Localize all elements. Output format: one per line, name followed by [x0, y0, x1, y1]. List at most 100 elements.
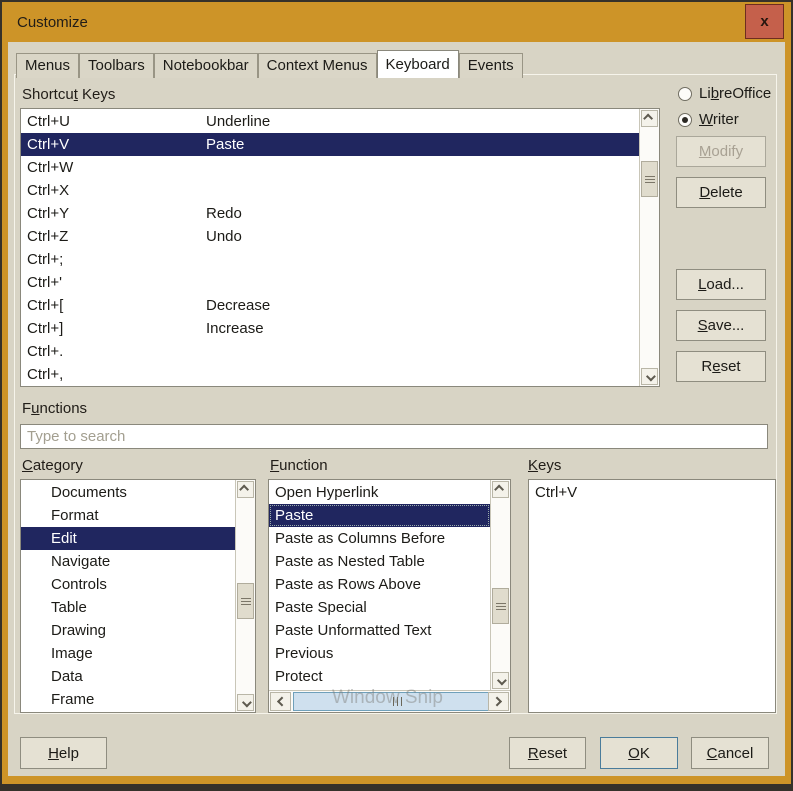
- function-item-label: Paste Special: [275, 599, 367, 616]
- scrollbar-thumb[interactable]: [237, 583, 254, 619]
- function-item-label: Paste: [275, 507, 313, 524]
- ok-button[interactable]: OK: [600, 737, 678, 769]
- shortcut-keys-list[interactable]: Ctrl+U Underline Ctrl+V Paste Ctrl+W Ctr…: [20, 108, 660, 387]
- tab[interactable]: Keyboard: [377, 50, 459, 78]
- shortcut-key: Ctrl+V: [27, 133, 69, 156]
- modify-button[interactable]: Modify: [676, 136, 766, 167]
- shortcut-row[interactable]: Ctrl+': [21, 271, 639, 294]
- category-item[interactable]: Documents: [21, 481, 235, 504]
- delete-button[interactable]: Delete: [676, 177, 766, 208]
- category-item-label: Table: [51, 599, 87, 616]
- shortcut-key: Ctrl+U: [27, 110, 70, 133]
- grip-icon: [241, 601, 251, 602]
- shortcut-function: Underline: [206, 110, 270, 133]
- reset-button[interactable]: Reset: [509, 737, 586, 769]
- scroll-up-button[interactable]: [492, 481, 509, 498]
- category-item[interactable]: Format: [21, 504, 235, 527]
- function-item[interactable]: Paste: [269, 504, 490, 527]
- scrollbar-thumb[interactable]: [492, 588, 509, 624]
- tab[interactable]: Context Menus: [258, 53, 377, 78]
- shortcut-row[interactable]: Ctrl+] Increase: [21, 317, 639, 340]
- scroll-down-button[interactable]: [492, 672, 509, 689]
- category-label: Category: [22, 457, 83, 474]
- shortcut-row[interactable]: Ctrl+W: [21, 156, 639, 179]
- shortcut-row[interactable]: Ctrl+V Paste: [21, 133, 639, 156]
- scroll-left-button[interactable]: [270, 692, 291, 711]
- key-item[interactable]: Ctrl+V: [529, 481, 775, 504]
- category-list[interactable]: DocumentsFormat Edit NavigateControls Table…: [20, 479, 256, 713]
- radio-libreoffice-label: LibreOffice: [699, 85, 771, 102]
- category-item[interactable]: Drawing: [21, 619, 235, 642]
- tab[interactable]: Events: [459, 53, 523, 78]
- shortcut-row[interactable]: Ctrl+,: [21, 363, 639, 386]
- category-item[interactable]: Navigate: [21, 550, 235, 573]
- category-item[interactable]: Controls: [21, 573, 235, 596]
- tab[interactable]: Toolbars: [79, 53, 154, 78]
- chevron-down-icon: [242, 698, 252, 708]
- scroll-right-button[interactable]: [488, 692, 509, 711]
- shortcut-function: Increase: [206, 317, 264, 340]
- function-list-scrollbar[interactable]: [490, 480, 510, 690]
- shortcut-key: Ctrl+': [27, 271, 62, 294]
- help-button[interactable]: Help: [20, 737, 107, 769]
- scroll-down-button[interactable]: [237, 694, 254, 711]
- shortcut-row[interactable]: Ctrl+;: [21, 248, 639, 271]
- function-item[interactable]: Paste as Rows Above: [269, 573, 490, 596]
- tab[interactable]: Menus: [16, 53, 79, 78]
- load-button[interactable]: Load...: [676, 269, 766, 300]
- shortcut-function: Redo: [206, 202, 242, 225]
- hscrollbar-thumb[interactable]: [293, 692, 501, 711]
- chevron-left-icon: [277, 697, 287, 707]
- function-item-label: Paste as Rows Above: [275, 576, 421, 593]
- keys-list[interactable]: Ctrl+V: [528, 479, 776, 713]
- chevron-up-icon: [494, 485, 504, 495]
- shortcut-function: Decrease: [206, 294, 270, 317]
- shortcut-list-scrollbar[interactable]: [639, 109, 659, 386]
- radio-libreoffice[interactable]: LibreOffice: [678, 85, 771, 102]
- shortcut-row[interactable]: Ctrl+[ Decrease: [21, 294, 639, 317]
- category-item[interactable]: Table: [21, 596, 235, 619]
- shortcut-row[interactable]: Ctrl+X: [21, 179, 639, 202]
- reset-keyboard-button[interactable]: Reset: [676, 351, 766, 382]
- close-icon: x: [760, 13, 768, 30]
- category-list-scrollbar[interactable]: [235, 480, 255, 712]
- function-item[interactable]: Paste as Columns Before: [269, 527, 490, 550]
- category-item[interactable]: Frame: [21, 688, 235, 711]
- shortcut-key: Ctrl+X: [27, 179, 69, 202]
- category-item[interactable]: Data: [21, 665, 235, 688]
- scroll-down-button[interactable]: [641, 368, 658, 385]
- function-list-hscrollbar[interactable]: [269, 690, 510, 712]
- dialog-body: Menus Toolbars Notebookbar Context Menus…: [8, 42, 785, 776]
- tab[interactable]: Notebookbar: [154, 53, 258, 78]
- tab-label: Notebookbar: [163, 57, 249, 74]
- functions-label: Functions: [22, 400, 87, 417]
- shortcut-row[interactable]: Ctrl+U Underline: [21, 110, 639, 133]
- function-search-input[interactable]: [20, 424, 768, 449]
- scrollbar-thumb[interactable]: [641, 161, 658, 197]
- function-item[interactable]: Previous: [269, 642, 490, 665]
- category-item[interactable]: Edit: [21, 527, 235, 550]
- function-list[interactable]: Open Hyperlink Paste Paste as Columns Befo…: [268, 479, 511, 713]
- tab-label: Context Menus: [267, 57, 368, 74]
- radio-writer[interactable]: Writer: [678, 111, 739, 128]
- scroll-up-button[interactable]: [641, 110, 658, 127]
- function-item[interactable]: Paste as Nested Table: [269, 550, 490, 573]
- function-item[interactable]: Paste Special: [269, 596, 490, 619]
- shortcut-function: Undo: [206, 225, 242, 248]
- shortcut-keys-label: Shortcut Keys: [22, 86, 115, 103]
- titlebar[interactable]: Customize: [2, 2, 791, 42]
- shortcut-row[interactable]: Ctrl+Y Redo: [21, 202, 639, 225]
- close-button[interactable]: x: [745, 4, 784, 39]
- function-label: Function: [270, 457, 328, 474]
- save-button[interactable]: Save...: [676, 310, 766, 341]
- category-item-label: Edit: [51, 530, 77, 547]
- scroll-up-button[interactable]: [237, 481, 254, 498]
- category-item[interactable]: Image: [21, 642, 235, 665]
- function-item[interactable]: Paste Unformatted Text: [269, 619, 490, 642]
- function-item[interactable]: Open Hyperlink: [269, 481, 490, 504]
- cancel-button[interactable]: Cancel: [691, 737, 769, 769]
- function-item[interactable]: Protect: [269, 665, 490, 688]
- shortcut-row[interactable]: Ctrl+.: [21, 340, 639, 363]
- function-item-label: Paste as Columns Before: [275, 530, 445, 547]
- shortcut-row[interactable]: Ctrl+Z Undo: [21, 225, 639, 248]
